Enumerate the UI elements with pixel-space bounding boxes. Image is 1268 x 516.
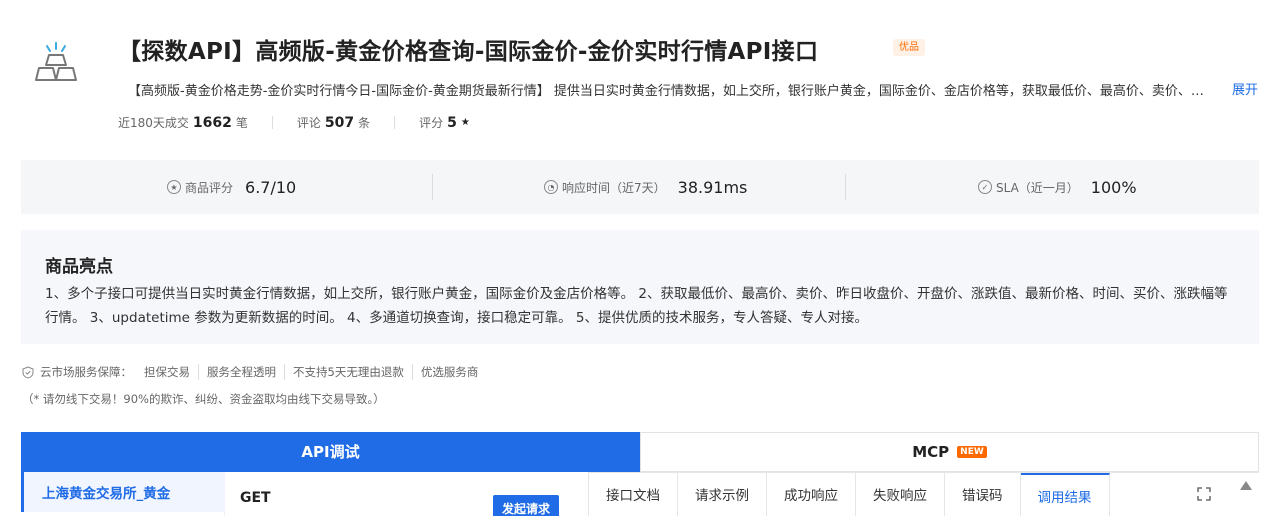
product-stats: 近180天成交 1662 笔 评论 507 条 评分 5 ★	[118, 114, 470, 131]
rating-star-icon: ★	[460, 117, 470, 128]
reviews-unit: 条	[358, 116, 371, 130]
highlights-panel: 商品亮点 1、多个子接口可提供当日实时黄金行情数据，如上交所，银行账户黄金，国际…	[21, 230, 1259, 344]
stats-divider	[271, 116, 273, 129]
metric-label: 商品评分	[185, 180, 234, 195]
http-method: GET	[240, 490, 271, 506]
deals-label: 近180天成交	[118, 116, 189, 130]
service-guarantee: 云市场服务保障： 担保交易 服务全程透明 不支持5天无理由退款 优选服务商	[22, 364, 486, 380]
tab-failure-response[interactable]: 失败响应	[856, 473, 945, 516]
tab-call-result[interactable]: 调用结果	[1020, 473, 1110, 516]
guarantee-item: 不支持5天无理由退款	[284, 364, 412, 380]
offline-trade-warning: （* 请勿线下交易！90%的欺诈、纠纷、资金盗取均由线下交易导致。）	[22, 392, 385, 406]
rating-value: 5	[447, 114, 457, 131]
deals-unit: 笔	[235, 116, 248, 130]
metric-label: 响应时间（近7天）	[562, 180, 666, 195]
star-circle-icon: ★	[167, 180, 181, 194]
metric-sla: ✓ SLA（近一月） 100%	[978, 160, 1137, 214]
scroll-up-icon[interactable]	[1238, 478, 1254, 492]
doc-tabs: 接口文档 请求示例 成功响应 失败响应 错误码 调用结果	[588, 472, 1259, 516]
send-request-button[interactable]: 发起请求	[493, 495, 559, 516]
deals-value: 1662	[192, 114, 232, 131]
metric-label: SLA（近一月）	[996, 180, 1079, 195]
product-title: 【探数API】高频版-黄金价格查询-国际金价-金价实时行情API接口	[118, 39, 819, 65]
metric-value: 38.91ms	[677, 177, 748, 197]
metric-response-time: ◔ 响应时间（近7天） 38.91ms	[544, 160, 747, 214]
new-badge: NEW	[957, 446, 987, 458]
premium-badge: 优品	[893, 39, 925, 56]
guarantee-item: 优选服务商	[411, 364, 487, 380]
highlights-title: 商品亮点	[45, 257, 113, 277]
check-circle-icon: ✓	[978, 180, 992, 194]
reviews-value[interactable]: 507	[325, 115, 354, 131]
tab-success-response[interactable]: 成功响应	[767, 473, 856, 516]
metric-value: 100%	[1090, 177, 1137, 197]
highlights-body: 1、多个子接口可提供当日实时黄金行情数据，如上交所，银行账户黄金，国际金价及金店…	[45, 286, 1228, 326]
metric-divider	[845, 174, 846, 200]
reviews-label[interactable]: 评论	[297, 114, 321, 131]
fullscreen-icon[interactable]	[1196, 486, 1212, 502]
metric-rating: ★ 商品评分 6.7/10	[167, 160, 296, 214]
expand-link[interactable]: 展开	[1232, 79, 1258, 98]
metric-value: 6.7/10	[245, 177, 297, 197]
shield-check-icon	[22, 365, 34, 379]
product-description: 【高频版-黄金价格走势-金价实时行情今日-国际金价-黄金期货最新行情】 提供当日…	[128, 84, 1208, 99]
api-list-panel: 上海黄金交易所_黄金	[21, 472, 225, 516]
tab-request-example[interactable]: 请求示例	[678, 473, 767, 516]
guarantee-item: 担保交易	[144, 365, 190, 379]
rating-label: 评分	[419, 116, 444, 130]
tab-api-docs[interactable]: 接口文档	[589, 473, 678, 516]
api-list-item[interactable]: 上海黄金交易所_黄金	[21, 472, 225, 512]
clock-icon: ◔	[544, 180, 558, 194]
gold-bars-logo-icon	[35, 42, 77, 81]
tab-mcp[interactable]: MCP NEW	[640, 432, 1259, 472]
tab-error-codes[interactable]: 错误码	[945, 473, 1021, 516]
tab-api-debug[interactable]: API调试	[21, 432, 640, 472]
guarantee-label: 云市场服务保障：	[40, 365, 132, 379]
metric-divider	[432, 174, 433, 200]
stats-divider	[394, 116, 396, 129]
guarantee-item: 服务全程透明	[198, 364, 284, 380]
tab-mcp-label: MCP	[912, 443, 950, 461]
metrics-bar: ★ 商品评分 6.7/10 ◔ 响应时间（近7天） 38.91ms ✓ SLA（…	[21, 160, 1259, 214]
